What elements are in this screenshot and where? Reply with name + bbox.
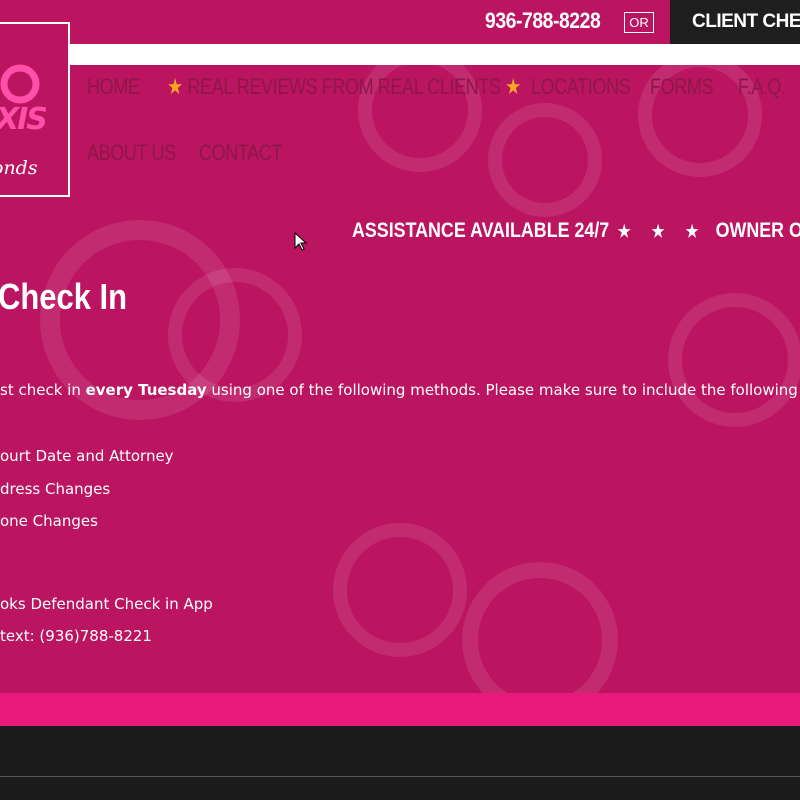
handcuff-watermark bbox=[40, 48, 800, 718]
client-check-in-button[interactable]: CLIENT CHECK I bbox=[670, 0, 800, 44]
list-item: one Changes bbox=[0, 512, 98, 530]
instructions-paragraph: st check in every Tuesday using one of t… bbox=[0, 381, 800, 399]
star-icon: ★ bbox=[505, 74, 521, 99]
nav-item-home[interactable]: HOME bbox=[87, 74, 140, 100]
page: 936-788-8228 OR CLIENT CHECK I XIS onds … bbox=[0, 0, 800, 800]
list-item: ourt Date and Attorney bbox=[0, 447, 174, 465]
nav-item-forms[interactable]: FORMS bbox=[650, 74, 714, 100]
ticker-stars: ★ ★ ★ bbox=[617, 222, 708, 241]
nav-item-reviews-label: REAL REVIEWS FROM REAL CLIENTS bbox=[187, 74, 501, 99]
star-icon: ★ bbox=[167, 74, 183, 99]
or-badge: OR bbox=[624, 12, 654, 33]
page-title: Check In bbox=[0, 276, 128, 317]
list-item: dress Changes bbox=[0, 480, 111, 498]
nav-item-about-us[interactable]: ABOUT US bbox=[87, 140, 176, 166]
footer bbox=[0, 726, 800, 800]
ticker-text-left: ASSISTANCE AVAILABLE 24/7 bbox=[352, 219, 610, 242]
cursor-icon bbox=[294, 232, 308, 251]
ticker-text-right: OWNER OPERATED DA bbox=[715, 219, 800, 242]
accent-band bbox=[0, 693, 800, 726]
footer-divider bbox=[0, 776, 800, 777]
nav-item-reviews[interactable]: ★ REAL REVIEWS FROM REAL CLIENTS ★ bbox=[167, 74, 521, 100]
check-in-method-text[interactable]: text: (936)788-8221 bbox=[0, 627, 152, 645]
paragraph-text: using one of the following methods. Plea… bbox=[211, 381, 800, 399]
paragraph-emphasis: every Tuesday bbox=[85, 381, 207, 399]
nav-item-contact[interactable]: CONTACT bbox=[199, 140, 282, 166]
logo-subtext: onds bbox=[0, 157, 38, 179]
nav-item-faq[interactable]: F.A.Q. bbox=[738, 74, 786, 100]
phone-link[interactable]: 936-788-8228 bbox=[485, 8, 601, 34]
header-divider bbox=[0, 44, 800, 65]
announcement-ticker: ASSISTANCE AVAILABLE 24/7 ★ ★ ★ OWNER OPER… bbox=[352, 219, 800, 243]
top-bar: 936-788-8228 OR CLIENT CHECK I bbox=[0, 0, 800, 44]
paragraph-text: st check in bbox=[0, 381, 86, 399]
nav-item-locations[interactable]: LOCATIONS bbox=[531, 74, 631, 100]
check-in-method-app[interactable]: oks Defendant Check in App bbox=[0, 595, 213, 613]
site-logo[interactable]: XIS onds bbox=[0, 22, 70, 197]
logo-text: XIS bbox=[0, 102, 48, 137]
